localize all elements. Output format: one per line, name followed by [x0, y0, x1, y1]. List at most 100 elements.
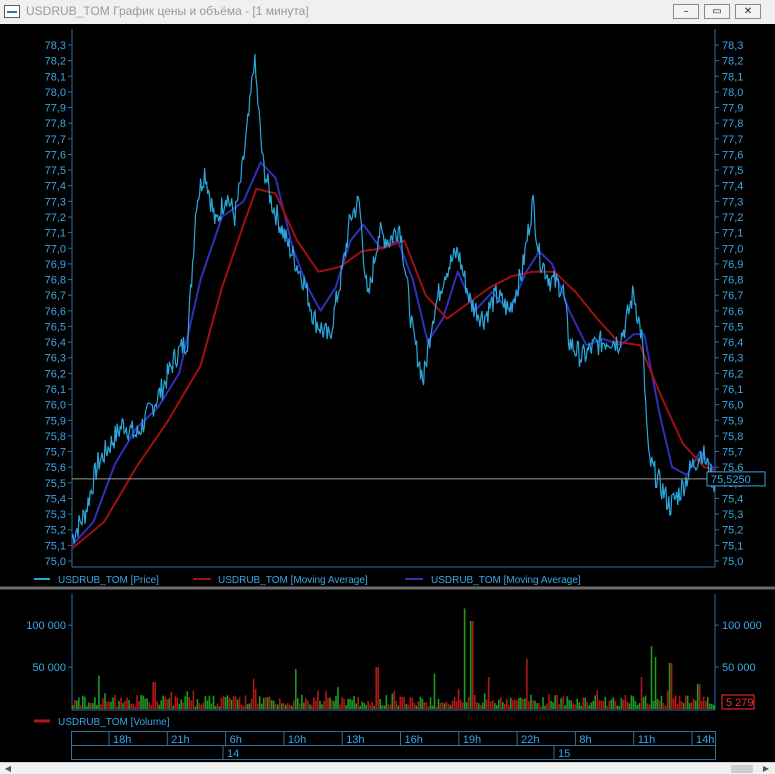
scrollbar-thumb[interactable] [731, 765, 753, 773]
close-button[interactable]: ✕ [735, 4, 761, 19]
volume-bar [421, 698, 424, 709]
price-tick-label-left: 78,3 [45, 40, 66, 52]
volume-bar [606, 706, 609, 709]
volume-bar [168, 698, 170, 709]
volume-bar [162, 695, 164, 709]
time-axis-hour-label: 18h [113, 734, 131, 746]
volume-tick-label-left: 50 000 [32, 662, 66, 674]
volume-bar [604, 696, 607, 709]
volume-bar [281, 703, 283, 709]
price-tick-label-right: 77,4 [722, 181, 743, 193]
volume-bar [385, 695, 388, 709]
price-tick-label-left: 77,9 [45, 103, 66, 115]
volume-bar [632, 696, 635, 709]
volume-bar [190, 700, 193, 709]
price-tick-label-left: 78,0 [45, 87, 66, 99]
volume-bar [100, 704, 102, 709]
scroll-right-arrow-icon[interactable]: ▶ [760, 764, 772, 774]
price-tick-label-right: 75,3 [722, 509, 743, 521]
volume-bar [502, 702, 504, 709]
volume-bar [467, 697, 470, 709]
price-tick-label-right: 78,3 [722, 40, 743, 52]
volume-bar [546, 703, 548, 709]
legend-price-label: USDRUB_TOM [Price] [58, 575, 159, 586]
horizontal-scrollbar[interactable]: ◀ ▶ [0, 762, 775, 774]
volume-bar [668, 662, 671, 709]
volume-bar [423, 702, 426, 709]
volume-bar [230, 699, 233, 709]
volume-bar [642, 697, 645, 709]
volume-bar [682, 703, 685, 709]
volume-bar [658, 700, 661, 709]
volume-bar [560, 698, 562, 709]
volume-bar [238, 697, 241, 709]
volume-bar [375, 667, 377, 709]
volume-bar [285, 704, 287, 709]
volume-bar [266, 697, 269, 709]
volume-bar [578, 702, 580, 709]
volume-bar [638, 703, 641, 709]
volume-bar [709, 703, 711, 709]
volume-bar [427, 706, 430, 709]
volume-bar [506, 698, 508, 709]
volume-bar [437, 698, 440, 709]
volume-tick-label-left: 100 000 [26, 620, 66, 632]
volume-bar [556, 694, 558, 709]
volume-tick-label-right: 50 000 [722, 662, 756, 674]
volume-bar [666, 690, 669, 709]
volume-bar [204, 696, 207, 709]
volume-bar [140, 694, 142, 709]
volume-bar [88, 702, 90, 709]
volume-bar [660, 695, 663, 709]
volume-bar [311, 705, 313, 709]
price-tick-label-left: 76,7 [45, 290, 66, 302]
volume-bar [337, 687, 339, 709]
volume-bar [214, 706, 217, 709]
volume-bar [268, 696, 271, 709]
minimize-button[interactable]: – [673, 4, 699, 19]
volume-bar [670, 662, 673, 709]
volume-bar [403, 697, 406, 709]
price-tick-label-right: 76,3 [722, 353, 743, 365]
volume-bar [676, 704, 679, 709]
volume-bar [684, 695, 687, 709]
volume-bar [335, 695, 337, 709]
volume-bar [620, 698, 623, 709]
price-tick-label-left: 76,9 [45, 259, 66, 271]
volume-bar [554, 695, 556, 709]
price-tick-label-right: 76,2 [722, 368, 743, 380]
price-tick-label-right: 77,7 [722, 134, 743, 146]
price-tick-label-right: 75,1 [722, 540, 743, 552]
volume-bar [341, 697, 343, 709]
price-tick-label-left: 76,0 [45, 400, 66, 412]
volume-bar [345, 705, 347, 709]
volume-bar [315, 700, 317, 709]
volume-bar [664, 705, 667, 709]
volume-bar [453, 697, 456, 709]
volume-bar [518, 698, 520, 709]
volume-bar [166, 699, 168, 709]
scroll-left-arrow-icon[interactable]: ◀ [2, 764, 14, 774]
time-axis-hours-row [71, 731, 716, 746]
volume-bar [216, 703, 219, 709]
time-axis-hour-label: 21h [171, 734, 189, 746]
price-tick-label-left: 77,4 [45, 181, 66, 193]
price-tick-label-right: 76,1 [722, 384, 743, 396]
volume-bar [331, 700, 333, 709]
price-tick-label-right: 76,4 [722, 337, 743, 349]
chart-area[interactable]: 78,3 78,3 78,2 78,2 78,1 78,1 78,0 78,0 77,9 77,9… [0, 24, 775, 762]
maximize-button[interactable]: ▭ [704, 4, 730, 19]
volume-bar [279, 698, 281, 709]
volume-bar [277, 704, 279, 709]
price-tick-label-right: 76,5 [722, 321, 743, 333]
volume-bar [329, 697, 331, 709]
volume-bar [224, 697, 227, 709]
volume-bar [200, 704, 203, 709]
volume-bar [485, 699, 488, 709]
price-tick-label-left: 75,1 [45, 540, 66, 552]
volume-bar [361, 701, 363, 709]
volume-bar [118, 701, 120, 709]
price-tick-label-left: 77,7 [45, 134, 66, 146]
volume-bar [526, 658, 528, 709]
volume-bar [176, 697, 179, 709]
